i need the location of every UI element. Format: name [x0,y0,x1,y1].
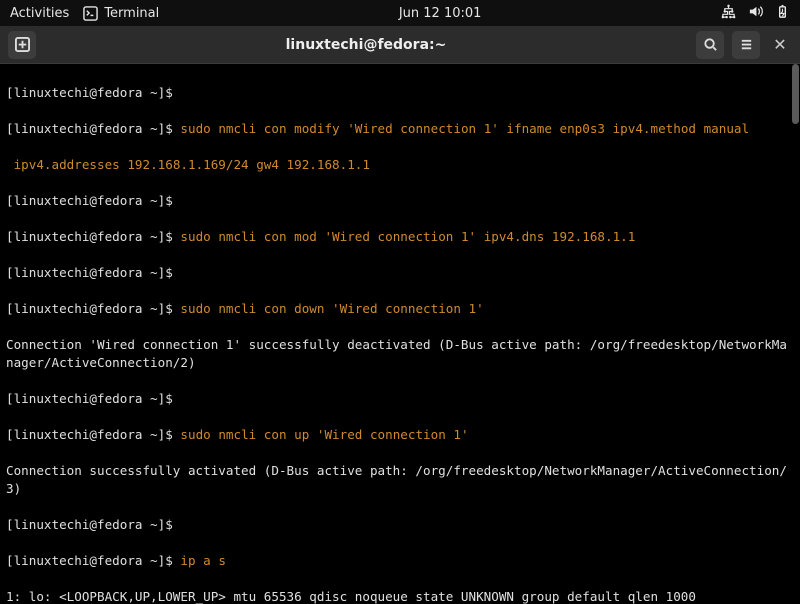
command-text: sudo nmcli con up 'Wired connection 1' [180,427,468,442]
app-indicator-label: Terminal [104,6,159,21]
prompt: [linuxtechi@fedora ~]$ [6,85,173,100]
menu-button[interactable] [732,31,760,59]
close-button[interactable]: ✕ [768,35,792,54]
command-text: ip a s [180,553,226,568]
prompt: [linuxtechi@fedora ~]$ [6,193,173,208]
prompt: [linuxtechi@fedora ~]$ [6,391,173,406]
command-text: sudo nmcli con mod 'Wired connection 1' … [180,229,635,244]
prompt: [linuxtechi@fedora ~]$ [6,301,173,316]
app-indicator[interactable]: Terminal [83,6,159,21]
prompt: [linuxtechi@fedora ~]$ [6,265,173,280]
activities-button[interactable]: Activities [10,6,69,21]
command-text: ipv4.addresses 192.168.1.169/24 gw4 192.… [6,157,370,172]
prompt: [linuxtechi@fedora ~]$ [6,553,173,568]
clock[interactable]: Jun 12 10:01 [171,6,709,21]
gnome-topbar: Activities Terminal Jun 12 10:01 [0,0,800,26]
prompt: [linuxtechi@fedora ~]$ [6,427,173,442]
search-icon [703,37,718,52]
terminal-output[interactable]: [linuxtechi@fedora ~]$ [linuxtechi@fedor… [0,64,800,604]
search-button[interactable] [696,31,724,59]
output-line: Connection 'Wired connection 1' successf… [6,336,794,372]
hamburger-icon [739,37,754,52]
volume-icon[interactable] [748,4,763,23]
prompt: [linuxtechi@fedora ~]$ [6,517,173,532]
close-icon: ✕ [773,35,786,54]
terminal-scrollbar[interactable] [791,64,800,604]
output-line: Connection successfully activated (D-Bus… [6,462,794,498]
window-title: linuxtechi@fedora:~ [44,37,688,53]
network-icon[interactable] [721,4,736,23]
new-tab-button[interactable] [8,31,36,59]
prompt: [linuxtechi@fedora ~]$ [6,121,173,136]
command-text: sudo nmcli con modify 'Wired connection … [180,121,749,136]
prompt: [linuxtechi@fedora ~]$ [6,229,173,244]
scrollbar-thumb[interactable] [792,64,799,124]
output-line: 1: lo: <LOOPBACK,UP,LOWER_UP> mtu 65536 … [6,588,794,604]
terminal-icon [83,6,98,21]
power-icon[interactable] [775,4,790,23]
plus-icon [15,37,30,52]
window-titlebar: linuxtechi@fedora:~ ✕ [0,26,800,64]
command-text: sudo nmcli con down 'Wired connection 1' [180,301,483,316]
